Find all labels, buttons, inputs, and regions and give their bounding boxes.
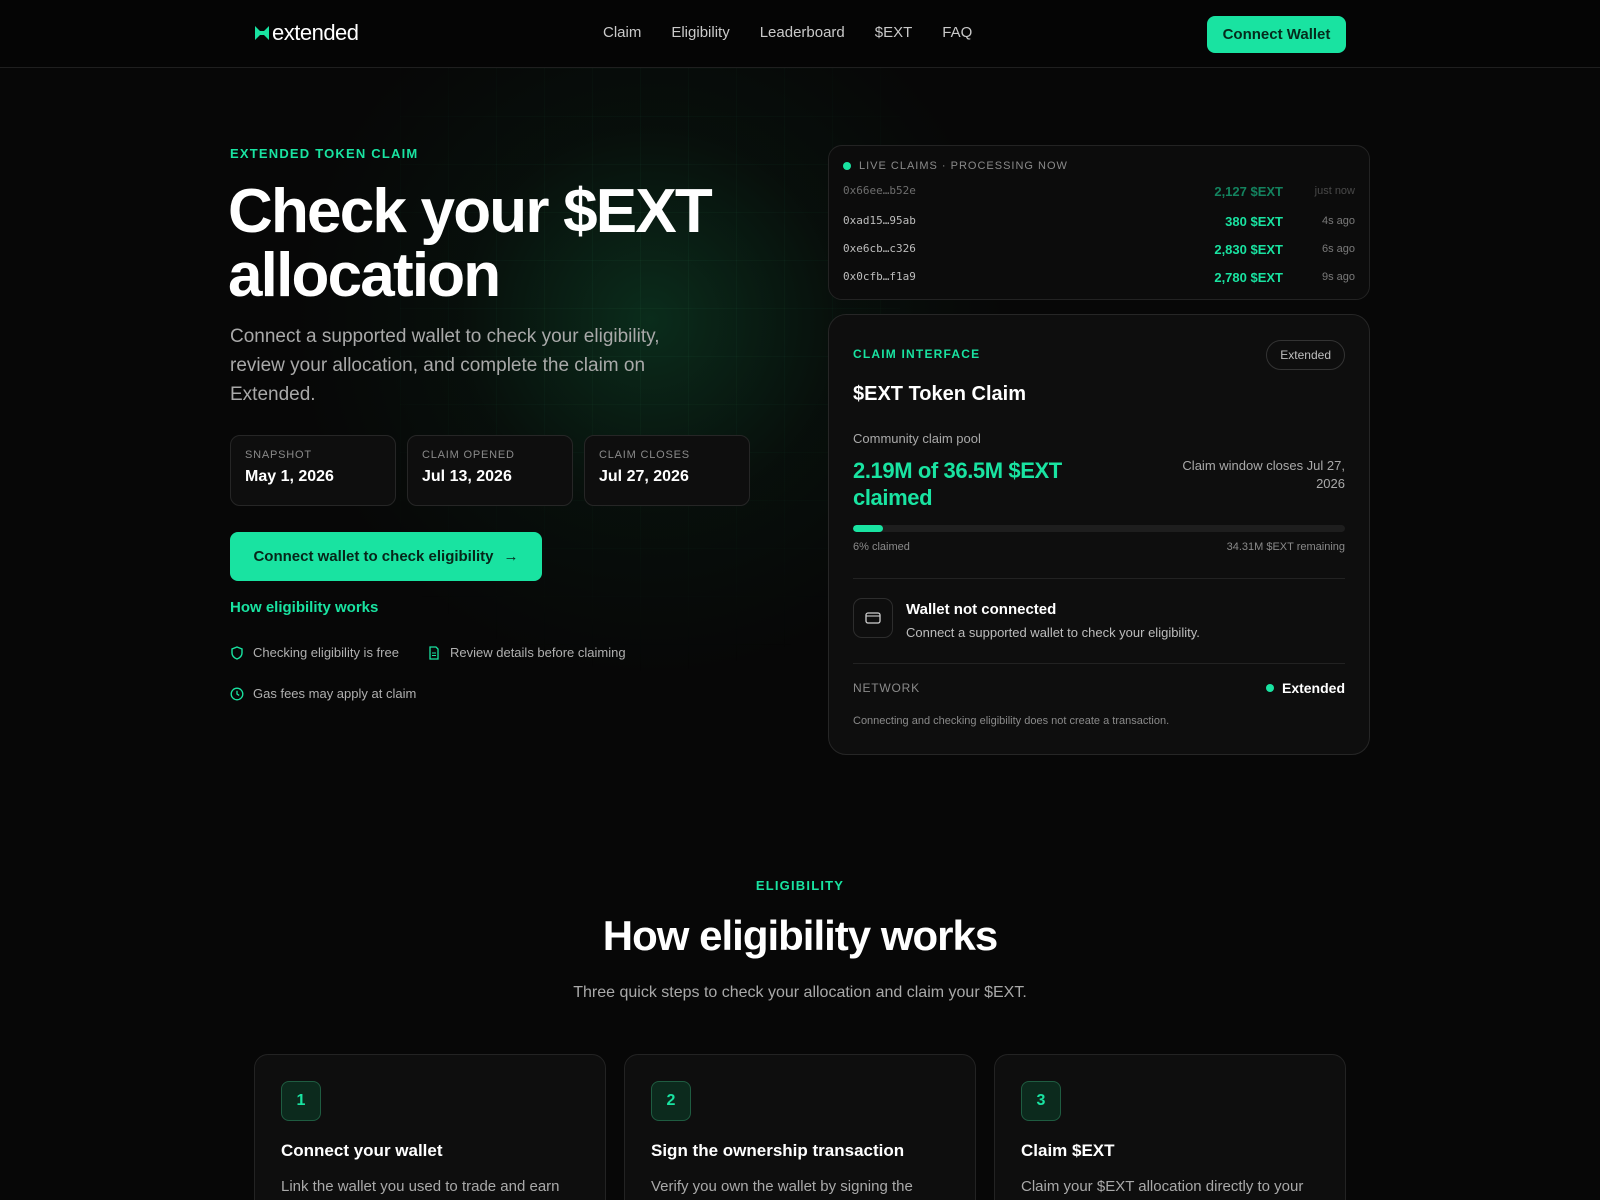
pool-label: Community claim pool — [853, 431, 981, 446]
feature-text: Review details before claiming — [450, 645, 626, 660]
live-claims-title: LIVE CLAIMS · PROCESSING NOW — [859, 160, 1068, 172]
document-icon — [427, 645, 441, 660]
arrow-right-icon: → — [503, 548, 519, 565]
divider — [853, 578, 1345, 579]
hero-title: Check your $EXT allocation — [228, 177, 713, 310]
shield-icon — [230, 645, 244, 660]
claim-progress-fill — [853, 525, 883, 532]
hero-eyebrow: EXTENDED TOKEN CLAIM — [230, 146, 419, 161]
hero-subtitle: Connect a supported wallet to check your… — [230, 326, 660, 405]
nav-link-faq[interactable]: FAQ — [942, 24, 972, 41]
date-cards: SNAPSHOT May 1, 2026 CLAIM OPENED Jul 13… — [230, 435, 750, 506]
step-number: 3 — [1021, 1081, 1061, 1121]
step-card-1: 1 Connect your wallet Link the wallet yo… — [254, 1054, 606, 1200]
date-label: CLAIM CLOSES — [599, 449, 690, 461]
progress-remaining-label: 34.31M $EXT remaining — [1226, 541, 1345, 553]
pool-close-date: Claim window closes Jul 27, 2026 — [1182, 458, 1345, 491]
date-value: Jul 13, 2026 — [422, 468, 512, 485]
live-claims-panel: LIVE CLAIMS · PROCESSING NOW 0x66ee…b52e… — [828, 145, 1370, 300]
claim-opened-card: CLAIM OPENED Jul 13, 2026 — [407, 435, 573, 506]
progress-claimed-label: 6% claimed — [853, 541, 910, 553]
step-title: Claim $EXT — [1021, 1141, 1115, 1160]
step-description: Link the wallet you used to trade and ea… — [281, 1178, 560, 1195]
logo-mark-icon — [254, 25, 270, 41]
connect-wallet-button[interactable]: Connect Wallet — [1207, 16, 1346, 53]
live-claim-row: 0x66ee…b52e 2,127 $EXT just now — [843, 184, 1355, 204]
date-label: CLAIM OPENED — [422, 449, 515, 461]
check-eligibility-label: Connect wallet to check eligibility — [253, 548, 494, 565]
top-nav: extended Claim Eligibility Leaderboard $… — [0, 0, 1600, 68]
wallet-status-subtitle: Connect a supported wallet to check your… — [906, 625, 1200, 640]
logo-text: extended — [272, 20, 359, 45]
clock-icon — [230, 687, 244, 701]
claim-address: 0xe6cb…c326 — [843, 242, 916, 255]
claim-title: $EXT Token Claim — [853, 383, 1027, 405]
live-claim-row: 0xad15…95ab 380 $EXT 4s ago — [843, 214, 1355, 234]
nav-links: Claim Eligibility Leaderboard $EXT FAQ — [603, 24, 972, 41]
how-eligibility-link[interactable]: How eligibility works — [230, 599, 378, 616]
logo[interactable]: extended — [254, 20, 359, 46]
date-label: SNAPSHOT — [245, 449, 312, 461]
live-claims-header: LIVE CLAIMS · PROCESSING NOW — [843, 160, 1068, 172]
feature-free: Checking eligibility is free — [230, 645, 399, 660]
step-title: Sign the ownership transaction — [651, 1141, 905, 1160]
date-value: May 1, 2026 — [245, 468, 334, 485]
claim-note: Connecting and checking eligibility does… — [853, 715, 1170, 727]
live-claim-row: 0x0cfb…f1a9 2,780 $EXT 9s ago — [843, 270, 1355, 290]
claim-closes-card: CLAIM CLOSES Jul 27, 2026 — [584, 435, 750, 506]
claim-eyebrow: CLAIM INTERFACE — [853, 347, 981, 361]
live-claim-row: 0xe6cb…c326 2,830 $EXT 6s ago — [843, 242, 1355, 262]
step-number: 2 — [651, 1081, 691, 1121]
feature-text: Checking eligibility is free — [253, 645, 399, 660]
step-description: Claim your $EXT allocation directly to y… — [1021, 1178, 1304, 1195]
network-label: NETWORK — [853, 681, 920, 695]
claim-amount: 2,127 $EXT — [1214, 184, 1283, 199]
check-eligibility-button[interactable]: Connect wallet to check eligibility → — [230, 532, 542, 581]
nav-link-claim[interactable]: Claim — [603, 24, 641, 41]
step-card-2: 2 Sign the ownership transaction Verify … — [624, 1054, 976, 1200]
network-value: Extended — [1265, 680, 1345, 696]
network-pill: Extended — [1266, 340, 1345, 370]
nav-link-leaderboard[interactable]: Leaderboard — [760, 24, 845, 41]
claim-amount: 2,830 $EXT — [1214, 242, 1283, 257]
date-value: Jul 27, 2026 — [599, 468, 689, 485]
wallet-icon — [853, 598, 893, 638]
claim-amount: 2,780 $EXT — [1214, 270, 1283, 285]
claim-time: 4s ago — [1321, 215, 1355, 227]
step-title: Connect your wallet — [281, 1141, 443, 1160]
feature-text: Gas fees may apply at claim — [253, 686, 417, 701]
claim-address: 0x0cfb…f1a9 — [843, 270, 916, 283]
live-dot-icon — [843, 162, 851, 170]
claim-amount: 380 $EXT — [1225, 214, 1283, 229]
step-description: Verify you own the wallet by signing the… — [651, 1178, 913, 1195]
wallet-status-title: Wallet not connected — [906, 601, 1057, 618]
eligibility-subtitle: Three quick steps to check your allocati… — [573, 984, 1027, 1001]
claim-address: 0xad15…95ab — [843, 214, 916, 227]
claim-address: 0x66ee…b52e — [843, 184, 916, 197]
claim-time: 9s ago — [1321, 271, 1355, 283]
claim-time: just now — [1314, 185, 1355, 197]
eligibility-title: How eligibility works — [602, 912, 998, 959]
step-number: 1 — [281, 1081, 321, 1121]
background-grid — [400, 68, 900, 788]
claim-interface-card: CLAIM INTERFACE Extended $EXT Token Clai… — [828, 314, 1370, 755]
step-card-3: 3 Claim $EXT Claim your $EXT allocation … — [994, 1054, 1346, 1200]
feature-gas: Gas fees may apply at claim — [230, 686, 416, 701]
pool-amount: 2.19M of 36.5M $EXT claimed — [853, 458, 1062, 510]
network-status-dot-icon — [1265, 684, 1274, 692]
network-name: Extended — [1281, 680, 1345, 696]
feature-review: Review details before claiming — [427, 645, 626, 660]
eligibility-eyebrow: ELIGIBILITY — [755, 878, 845, 893]
nav-link-ext[interactable]: $EXT — [875, 24, 913, 41]
snapshot-card: SNAPSHOT May 1, 2026 — [230, 435, 396, 506]
nav-link-eligibility[interactable]: Eligibility — [671, 24, 729, 41]
claim-progress-bar — [853, 525, 1345, 532]
divider — [853, 663, 1345, 664]
claim-time: 6s ago — [1321, 243, 1355, 255]
